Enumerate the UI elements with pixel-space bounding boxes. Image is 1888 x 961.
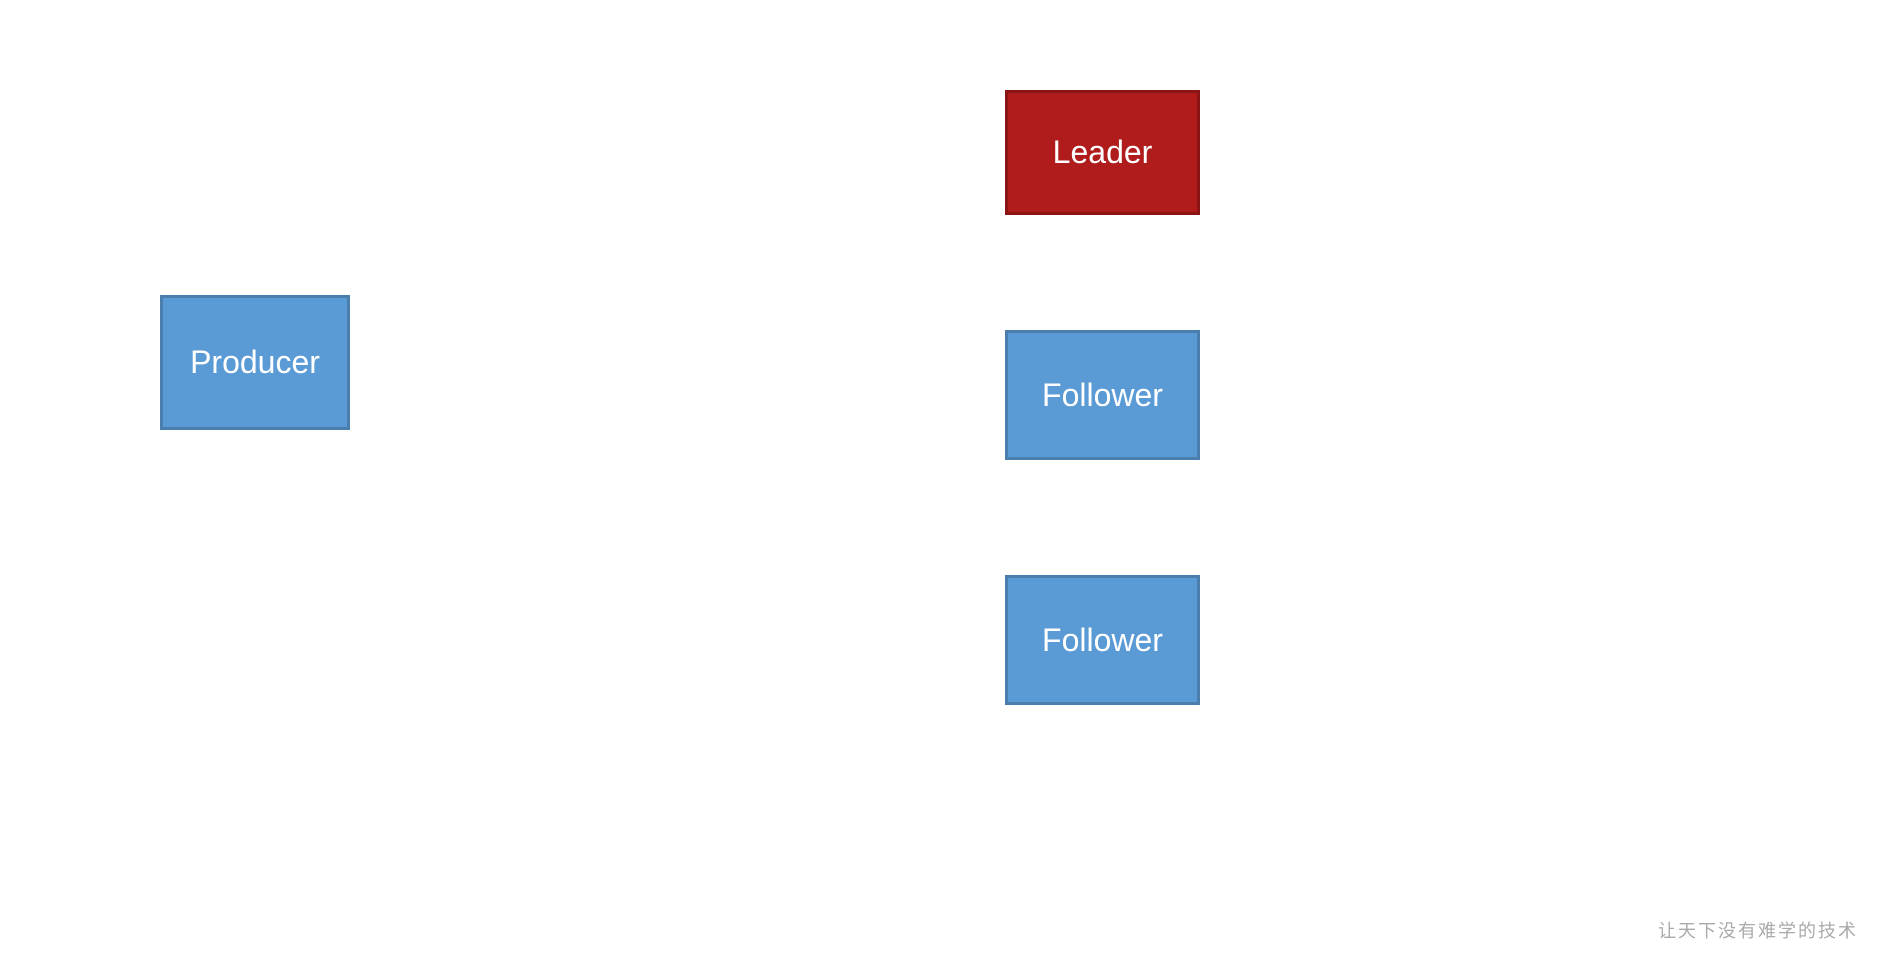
watermark: 让天下没有难学的技术 [1658, 917, 1858, 943]
follower2-node: Follower [1005, 575, 1200, 705]
follower1-node: Follower [1005, 330, 1200, 460]
diagram-container: Producer Leader Follower Follower 让天下没有难… [0, 0, 1888, 961]
leader-label: Leader [1053, 134, 1153, 171]
leader-node: Leader [1005, 90, 1200, 215]
follower1-label: Follower [1042, 377, 1163, 414]
producer-node: Producer [160, 295, 350, 430]
watermark-text: 让天下没有难学的技术 [1658, 921, 1858, 941]
producer-label: Producer [190, 344, 320, 381]
follower2-label: Follower [1042, 622, 1163, 659]
